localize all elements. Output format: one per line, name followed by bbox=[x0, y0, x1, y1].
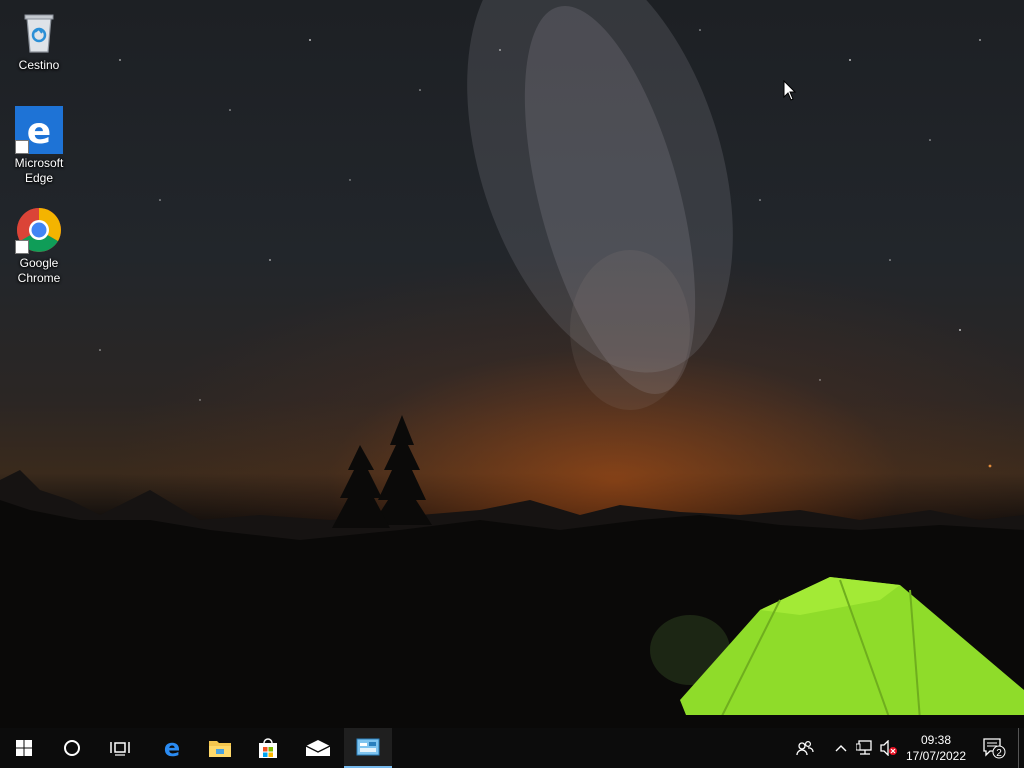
folder-icon bbox=[209, 741, 231, 757]
show-hidden-icons-button[interactable] bbox=[829, 728, 853, 768]
notification-count: 2 bbox=[996, 748, 1002, 759]
edge-taskbar-button[interactable]: e bbox=[148, 728, 196, 768]
mouse-cursor-icon bbox=[783, 80, 797, 101]
network-icon bbox=[856, 740, 872, 755]
task-view-icon bbox=[110, 742, 130, 756]
action-center-button[interactable]: 2 bbox=[980, 728, 1008, 768]
edge-icon: e bbox=[164, 736, 180, 760]
notification-icon: 2 bbox=[983, 738, 1006, 759]
chrome-label-line2: Chrome bbox=[17, 271, 61, 285]
store-taskbar-button[interactable] bbox=[244, 728, 292, 768]
mail-taskbar-button[interactable] bbox=[294, 728, 342, 768]
clock-time: 09:38 bbox=[920, 733, 952, 747]
svg-text:e: e bbox=[164, 736, 180, 760]
desktop-icon-google-chrome[interactable]: Google Chrome bbox=[1, 206, 77, 286]
mail-icon bbox=[305, 740, 331, 756]
clock[interactable]: 09:38 17/07/2022 bbox=[900, 728, 972, 768]
cortana-search-button[interactable] bbox=[48, 728, 96, 768]
recycle-bin-label: Cestino bbox=[18, 58, 60, 72]
show-desktop-button[interactable] bbox=[1018, 728, 1024, 768]
chrome-label-line1: Google bbox=[19, 256, 59, 270]
store-bag-icon bbox=[259, 738, 277, 758]
start-button[interactable] bbox=[0, 728, 48, 768]
chrome-icon bbox=[15, 206, 63, 254]
edge-label-line2: Edge bbox=[24, 171, 54, 185]
control-panel-taskbar-button[interactable] bbox=[344, 728, 392, 768]
edge-label-line1: Microsoft bbox=[14, 156, 64, 170]
people-icon bbox=[796, 740, 814, 756]
file-explorer-taskbar-button[interactable] bbox=[196, 728, 244, 768]
volume-muted-icon bbox=[880, 740, 897, 756]
people-button[interactable] bbox=[793, 728, 817, 768]
chevron-up-icon bbox=[835, 745, 847, 752]
desktop[interactable]: Cestino e Microsoft Edge Google Chrome bbox=[0, 0, 1024, 728]
clock-date: 17/07/2022 bbox=[905, 749, 967, 763]
svg-text:e: e bbox=[27, 111, 51, 152]
windows-logo-icon bbox=[16, 740, 32, 756]
task-view-button[interactable] bbox=[96, 728, 144, 768]
desktop-icon-microsoft-edge[interactable]: e Microsoft Edge bbox=[1, 106, 77, 186]
control-panel-icon bbox=[356, 738, 380, 756]
shortcut-arrow-icon bbox=[15, 240, 29, 254]
edge-icon: e bbox=[15, 106, 63, 154]
desktop-icon-recycle-bin[interactable]: Cestino bbox=[1, 8, 77, 73]
circle-icon bbox=[64, 740, 80, 756]
taskbar: e 09:38 17/07/2022 2 bbox=[0, 728, 1024, 768]
recycle-bin-icon bbox=[15, 8, 63, 56]
wallpaper bbox=[0, 0, 1024, 728]
network-button[interactable] bbox=[853, 728, 877, 768]
shortcut-arrow-icon bbox=[15, 140, 29, 154]
volume-button[interactable] bbox=[877, 728, 901, 768]
